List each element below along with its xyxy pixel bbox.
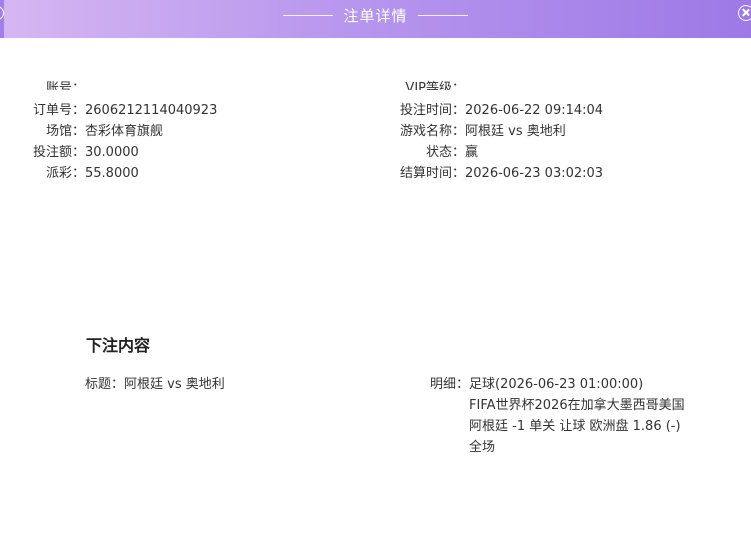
- bet-title-row: 标题：阿根廷 vs 奥地利: [85, 374, 225, 395]
- modal-header: 注单详情: [0, 0, 751, 38]
- info-row-game-name: 游戏名称：阿根廷 vs 奥地利: [0, 121, 566, 142]
- bet-content-title: 下注内容: [86, 336, 151, 355]
- close-icon[interactable]: [738, 5, 751, 21]
- info-value-game-name: 阿根廷 vs 奥地利: [465, 124, 566, 139]
- info-value-status: 赢: [465, 145, 479, 160]
- info-label-settle-time: 结算时间：: [399, 166, 465, 181]
- info-row-bet-time: 投注时间：2026-06-22 09:14:04: [0, 100, 603, 121]
- bet-detail-label: 明细：: [430, 377, 470, 392]
- info-label-status: 状态：: [425, 145, 465, 160]
- info-label-vip: VIP等级：: [405, 81, 465, 90]
- info-row-settle-time: 结算时间：2026-06-23 03:02:03: [0, 163, 603, 184]
- bet-detail-lines: 足球(2026-06-23 01:00:00) FIFA世界杯2026在加拿大墨…: [469, 374, 685, 458]
- bet-title-label: 标题：: [85, 377, 125, 392]
- header-left-line: [283, 14, 334, 16]
- info-value-settle-time: 2026-06-23 03:02:03: [465, 166, 604, 181]
- bet-detail-line: 足球(2026-06-23 01:00:00): [469, 377, 644, 392]
- info-value-bet-time: 2026-06-22 09:14:04: [465, 103, 604, 118]
- info-row-vip: VIP等级：: [0, 78, 465, 99]
- info-row-status: 状态：赢: [0, 142, 478, 163]
- bet-detail-line: FIFA世界杯2026在加拿大墨西哥美国: [469, 398, 685, 413]
- info-label-game-name: 游戏名称：: [399, 124, 465, 139]
- header-title-wrap: 注单详情: [0, 0, 751, 30]
- modal-title: 注单详情: [343, 6, 408, 25]
- bet-title-value: 阿根廷 vs 奥地利: [124, 377, 225, 392]
- bet-detail-line: 阿根廷 -1 单关 让球 欧洲盘 1.86 (-): [469, 419, 681, 434]
- bet-detail-modal: 注单详情 账号： 订单号：2606212114040923 场馆：杏彩体育旗舰 …: [0, 0, 751, 540]
- bet-detail-row: 明细： 足球(2026-06-23 01:00:00) FIFA世界杯2026在…: [430, 374, 685, 458]
- header-right-line: [417, 14, 468, 16]
- bet-detail-line: 全场: [469, 440, 496, 455]
- info-label-bet-time: 投注时间：: [399, 103, 465, 118]
